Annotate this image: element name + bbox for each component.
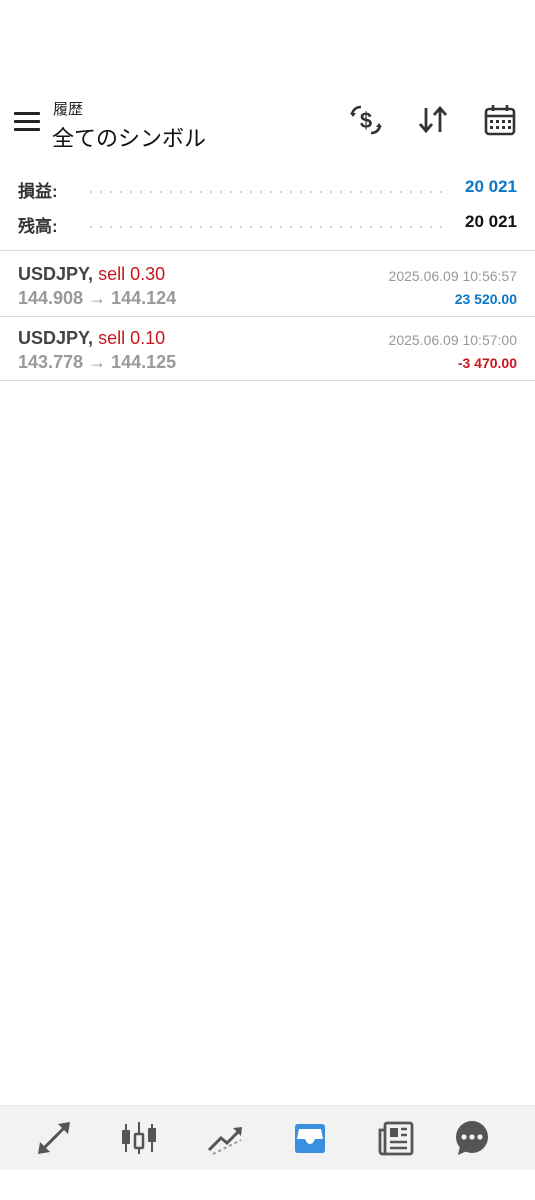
- trade-prices: 144.908 → 144.124: [18, 288, 177, 308]
- chart-candles-icon[interactable]: [119, 1118, 159, 1158]
- profit-summary-row: 損益: 20 021: [18, 175, 517, 201]
- trade-time: 2025.06.09 10:57:00: [388, 332, 517, 348]
- dotted-leader: [86, 191, 445, 193]
- news-icon[interactable]: [376, 1118, 416, 1158]
- balance-value: 20 021: [465, 212, 517, 231]
- symbol-filter-title[interactable]: 全てのシンボル: [52, 121, 206, 153]
- trade-row[interactable]: USDJPY, sell 0.30 144.908 → 144.124 2025…: [0, 254, 535, 316]
- divider: [0, 316, 535, 317]
- svg-text:$: $: [360, 108, 372, 133]
- trade-profit: -3 470.00: [457, 355, 517, 371]
- history-inbox-icon[interactable]: [290, 1118, 330, 1158]
- bottom-navigation: [0, 1105, 535, 1170]
- trade-side: sell 0.30: [98, 264, 166, 284]
- trade-separator: ,: [88, 328, 94, 348]
- trade-symbol: USDJPY: [18, 264, 89, 284]
- trade-time: 2025.06.09 10:56:57: [388, 268, 517, 284]
- app-header: 履歴 全てのシンボル $: [0, 92, 535, 156]
- hamburger-menu-icon[interactable]: [14, 112, 40, 132]
- calendar-icon[interactable]: [482, 102, 518, 138]
- chat-icon[interactable]: [452, 1118, 492, 1158]
- profit-value: 20 021: [465, 177, 517, 196]
- trade-icon[interactable]: [205, 1118, 245, 1158]
- page-subtitle: 履歴: [53, 101, 84, 118]
- divider: [0, 380, 535, 381]
- dotted-leader: [86, 226, 445, 228]
- trade-prices: 143.778 → 144.125: [18, 352, 177, 372]
- quotes-icon[interactable]: [34, 1118, 74, 1158]
- trade-side: sell 0.10: [98, 328, 166, 348]
- currency-exchange-icon[interactable]: $: [348, 102, 384, 138]
- divider: [0, 250, 535, 251]
- sort-icon[interactable]: [415, 102, 451, 138]
- balance-label: 残高:: [18, 217, 58, 236]
- trade-symbol-line: USDJPY, sell 0.30: [18, 264, 165, 285]
- trade-row[interactable]: USDJPY, sell 0.10 143.778 → 144.125 2025…: [0, 318, 535, 380]
- trade-symbol-line: USDJPY, sell 0.10: [18, 328, 165, 349]
- trade-symbol: USDJPY: [18, 328, 89, 348]
- trade-profit: 23 520.00: [454, 291, 517, 307]
- profit-label: 損益:: [18, 182, 58, 201]
- trade-separator: ,: [88, 264, 94, 284]
- balance-summary-row: 残高: 20 021: [18, 210, 517, 236]
